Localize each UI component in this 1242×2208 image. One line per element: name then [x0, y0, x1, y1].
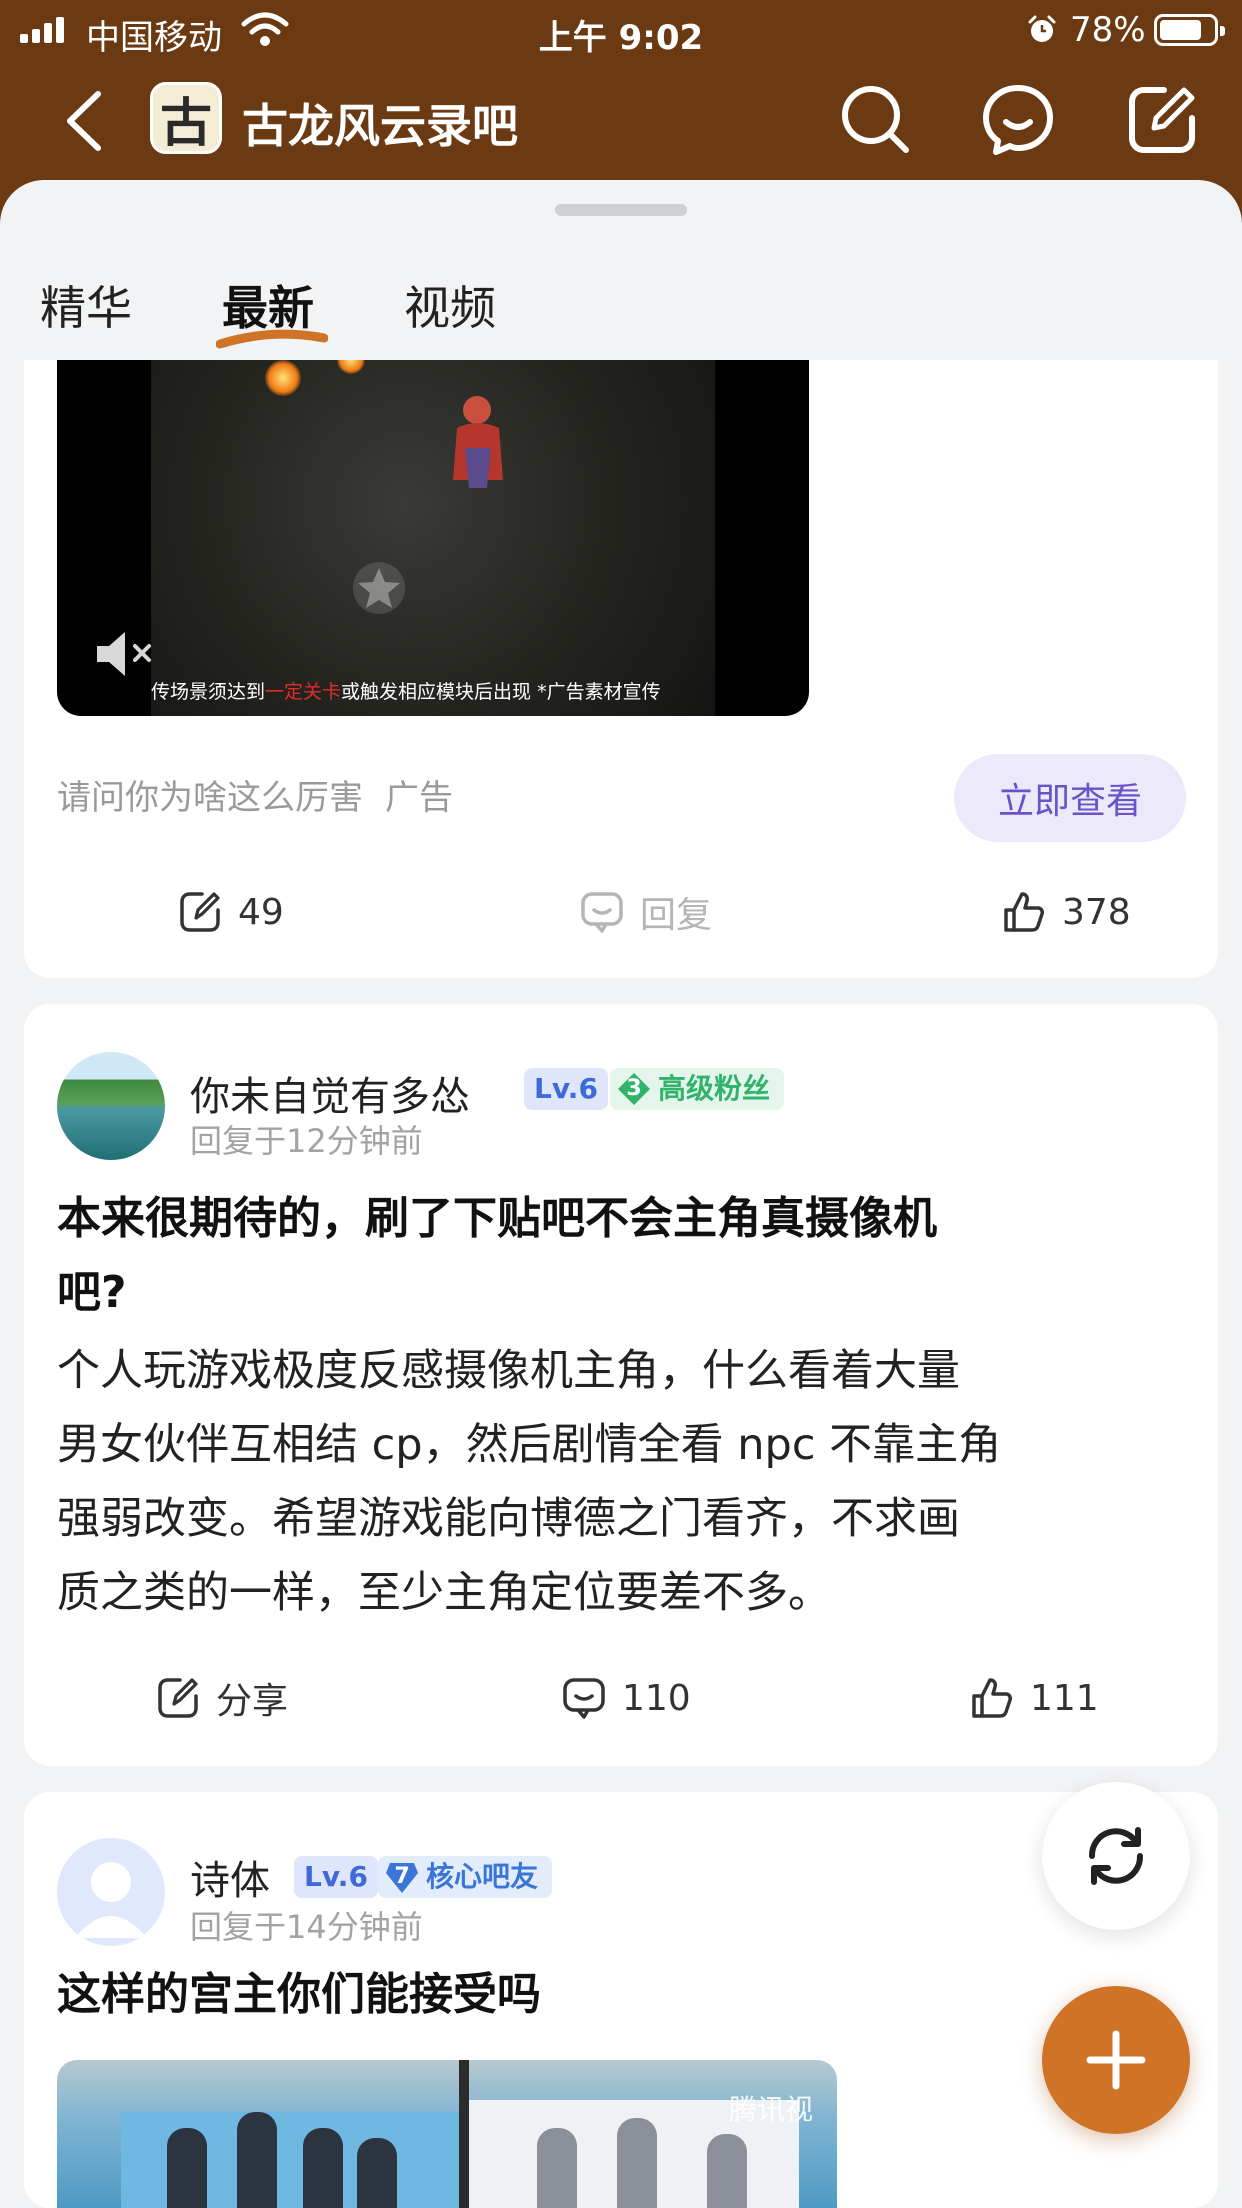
tab-sheet: 精华 最新 视频	[0, 180, 1242, 362]
ad-caption-prefix: 传场景须达到	[151, 681, 266, 703]
game-character	[453, 396, 503, 488]
ad-cta-button[interactable]: 立即查看	[954, 754, 1186, 842]
avatar[interactable]	[57, 1838, 165, 1946]
like-icon	[972, 1678, 1012, 1718]
post-body-line: 质之类的一样，至少主角定位要差不多。	[57, 1568, 831, 1618]
ad-caption-highlight: 一定关卡	[265, 681, 342, 703]
forum-title[interactable]: 古龙风云录吧	[242, 90, 518, 156]
post-title-line: 吧?	[57, 1267, 127, 1318]
fan-badge: 7 核心吧友	[378, 1856, 553, 1898]
plus-icon	[1086, 2030, 1146, 2090]
like-button[interactable]: 111	[968, 1668, 1099, 1728]
refresh-icon	[1088, 1827, 1144, 1885]
video-watermark: 腾讯视	[729, 2093, 814, 2126]
ad-text: 请问你为啥这么厉害 广告	[57, 770, 453, 819]
fan-title: 高级粉丝	[658, 1072, 771, 1105]
sheet-grabber[interactable]	[555, 204, 687, 216]
share-button[interactable]: 分享	[154, 1668, 288, 1728]
nav-bar: 古 古龙风云录吧	[0, 62, 1242, 180]
star-emblem	[353, 562, 405, 614]
battery-icon	[1154, 14, 1225, 46]
forum-logo[interactable]: 古	[150, 82, 222, 154]
like-count: 111	[1030, 1677, 1099, 1719]
fan-badge: 3 高级粉丝	[610, 1068, 785, 1110]
ad-video-scene	[151, 360, 715, 716]
level-badge: Lv.6	[294, 1856, 378, 1898]
ad-action-row: 49 回复 378	[24, 882, 1218, 942]
comment-count: 110	[622, 1677, 691, 1719]
new-post-button[interactable]	[1042, 1986, 1190, 2134]
comment-button[interactable]: 110	[560, 1668, 691, 1728]
post-body-line: 男女伙伴互相结 cp，然后剧情全看 npc 不靠主角	[57, 1420, 1002, 1470]
post-body-line: 强弱改变。希望游戏能向博德之门看齐，不求画	[57, 1494, 960, 1544]
alarm-icon	[1028, 15, 1056, 42]
post-card[interactable]: 你未自觉有多怂 Lv.6 3 高级粉丝 回复于12分钟前 本来很期待的，刷了下贴…	[24, 1004, 1218, 1766]
forum-logo-glyph: 古	[159, 92, 212, 154]
reply-label: 回复	[640, 895, 713, 936]
ad-headline: 请问你为啥这么厉害	[57, 778, 363, 818]
edit-icon[interactable]	[1124, 82, 1200, 158]
like-count: 378	[1062, 891, 1131, 933]
app-header: 中国移动 上午 9:02 78% 古 古龙风云录吧	[0, 0, 1242, 180]
refresh-button[interactable]	[1042, 1782, 1190, 1930]
tab-featured[interactable]: 精华	[40, 272, 132, 338]
ad-video[interactable]: 传场景须达到一定关卡或触发相应模块后出现 *广告素材宣传	[57, 360, 809, 716]
post-username[interactable]: 你未自觉有多怂	[190, 1064, 470, 1122]
like-icon	[1004, 892, 1044, 932]
fan-title: 核心吧友	[426, 1860, 539, 1893]
reply-time: 回复于12分钟前	[190, 1122, 423, 1160]
share-icon	[158, 1678, 198, 1718]
fan-level: 3	[626, 1076, 642, 1101]
post-action-row: 分享 110 111	[24, 1668, 1218, 1728]
avatar[interactable]	[57, 1052, 165, 1160]
tab-video[interactable]: 视频	[404, 272, 496, 338]
comment-icon	[563, 1678, 605, 1719]
default-avatar-icon	[75, 1862, 147, 1938]
post-card[interactable]: 诗体 Lv.6 7 核心吧友 回复于14分钟前 这样的宫主你们能接受吗 腾讯视	[24, 1792, 1218, 2208]
comment-icon	[581, 892, 623, 933]
status-bar: 中国移动 上午 9:02 78%	[0, 0, 1242, 62]
message-icon[interactable]	[980, 82, 1056, 158]
post-title[interactable]: 本来很期待的，刷了下贴吧不会主角真摄像机 吧?	[57, 1182, 1187, 1330]
fan-level: 7	[394, 1864, 410, 1889]
post-body-line: 个人玩游戏极度反感摄像机主角，什么看着大量	[57, 1346, 960, 1396]
like-button[interactable]: 378	[1000, 882, 1131, 942]
back-button[interactable]	[56, 88, 116, 154]
ad-caption-suffix: 或触发相应模块后出现 *广告素材宣传	[341, 681, 661, 703]
post-title-line: 本来很期待的，刷了下贴吧不会主角真摄像机	[57, 1193, 937, 1244]
share-count: 49	[238, 891, 284, 933]
ad-video-caption: 传场景须达到一定关卡或触发相应模块后出现 *广告素材宣传	[151, 677, 715, 704]
fan-level-gem: 3	[616, 1071, 652, 1107]
active-tab-indicator	[216, 329, 328, 349]
level-badge: Lv.6	[524, 1068, 608, 1110]
share-icon	[180, 892, 220, 932]
share-label: 分享	[216, 1681, 289, 1722]
fan-level-gem: 7	[384, 1859, 420, 1895]
post-image[interactable]: 腾讯视	[57, 2060, 837, 2208]
reply-button[interactable]: 回复	[578, 882, 712, 942]
post-body[interactable]: 个人玩游戏极度反感摄像机主角，什么看着大量 男女伙伴互相结 cp，然后剧情全看 …	[57, 1334, 1187, 1630]
ad-tag: 广告	[385, 778, 453, 818]
share-button[interactable]: 49	[176, 882, 284, 942]
search-icon[interactable]	[838, 82, 914, 158]
post-username[interactable]: 诗体	[190, 1848, 270, 1906]
reply-time: 回复于14分钟前	[190, 1908, 423, 1946]
post-title[interactable]: 这样的宫主你们能接受吗	[57, 1958, 1187, 2032]
ad-card[interactable]: 传场景须达到一定关卡或触发相应模块后出现 *广告素材宣传 请问你为啥这么厉害 广告…	[24, 360, 1218, 978]
battery-percent: 78%	[1070, 10, 1146, 50]
mute-icon[interactable]	[93, 628, 157, 680]
